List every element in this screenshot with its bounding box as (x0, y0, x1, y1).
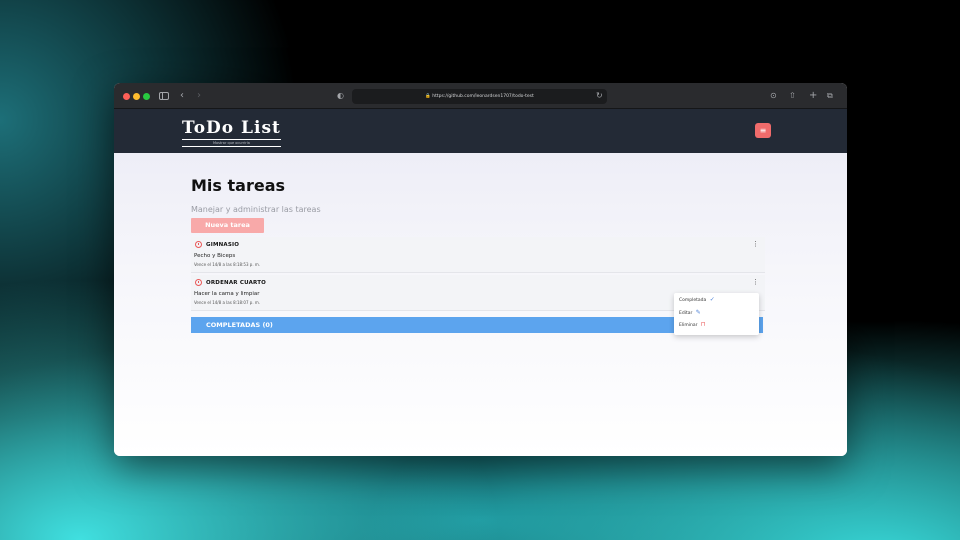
edit-icon: ✎ (695, 309, 701, 316)
minimize-window-button[interactable] (133, 93, 140, 100)
task-options-menu: Completada ✓ Editar ✎ Eliminar ⊓ (674, 293, 759, 335)
logo-subtitle: Mostrar que ocurriría (182, 141, 281, 147)
clock-icon (195, 279, 202, 286)
tab-overview-icon[interactable]: ⧉ (827, 90, 833, 102)
share-icon[interactable]: ⇧ (789, 90, 796, 102)
task-description: Pecho y Biceps (194, 253, 236, 259)
app-logo[interactable]: ToDo List Mostrar que ocurriría (182, 118, 281, 147)
address-bar[interactable]: 🔒 https://github.com/leonardsen1707/todo… (352, 89, 607, 104)
new-tab-icon[interactable]: + (809, 90, 817, 102)
page-title: Mis tareas (191, 176, 286, 195)
more-options-icon[interactable]: ⋮ (752, 241, 759, 248)
task-due-date: Vence el 14/8 a las 8:18:07 p. m. (194, 300, 261, 305)
check-icon: ✓ (709, 296, 715, 303)
privacy-shield-icon[interactable]: ◐ (337, 90, 344, 102)
more-options-icon[interactable]: ⋮ (752, 279, 759, 286)
clock-icon (195, 241, 202, 248)
sidebar-toggle-icon[interactable] (159, 92, 169, 100)
menu-item-label: Completada (679, 298, 707, 303)
new-task-button[interactable]: Nueva tarea (191, 218, 264, 233)
reload-icon[interactable]: ↻ (596, 90, 603, 102)
app-header: ToDo List Mostrar que ocurriría ≡ (114, 109, 847, 153)
trash-icon: ⊓ (700, 321, 706, 328)
task-due-date: Vence el 14/8 a las 8:18:53 p. m. (194, 262, 261, 267)
browser-window: ‹ › ◐ 🔒 https://github.com/leonardsen170… (114, 83, 847, 456)
main-content: Mis tareas Manejar y administrar las tar… (114, 153, 847, 456)
menu-item-label: Editar (679, 311, 693, 316)
task-title: GIMNASIO (206, 242, 240, 248)
lock-icon: 🔒 (425, 94, 431, 99)
task-card[interactable]: GIMNASIO Pecho y Biceps Vence el 14/8 a … (191, 237, 765, 273)
task-title: ORDENAR CUARTO (206, 280, 267, 286)
download-icon[interactable]: ⊙ (770, 90, 777, 102)
back-icon[interactable]: ‹ (180, 90, 184, 102)
forward-icon[interactable]: › (197, 90, 201, 102)
task-description: Hacer la cama y limpiar (194, 291, 260, 297)
menu-item-label: Eliminar (679, 323, 698, 328)
zoom-window-button[interactable] (143, 93, 150, 100)
browser-titlebar: ‹ › ◐ 🔒 https://github.com/leonardsen170… (114, 83, 847, 109)
logo-title: ToDo List (182, 118, 281, 140)
menu-item-complete[interactable]: Completada ✓ (679, 296, 715, 304)
menu-list-icon[interactable]: ≡ (755, 123, 771, 138)
close-window-button[interactable] (123, 93, 130, 100)
menu-item-delete[interactable]: Eliminar ⊓ (679, 321, 706, 329)
page-subtitle: Manejar y administrar las tareas (191, 205, 321, 214)
menu-item-edit[interactable]: Editar ✎ (679, 309, 701, 317)
url-text: https://github.com/leonardsen1707/todo-t… (432, 94, 534, 99)
